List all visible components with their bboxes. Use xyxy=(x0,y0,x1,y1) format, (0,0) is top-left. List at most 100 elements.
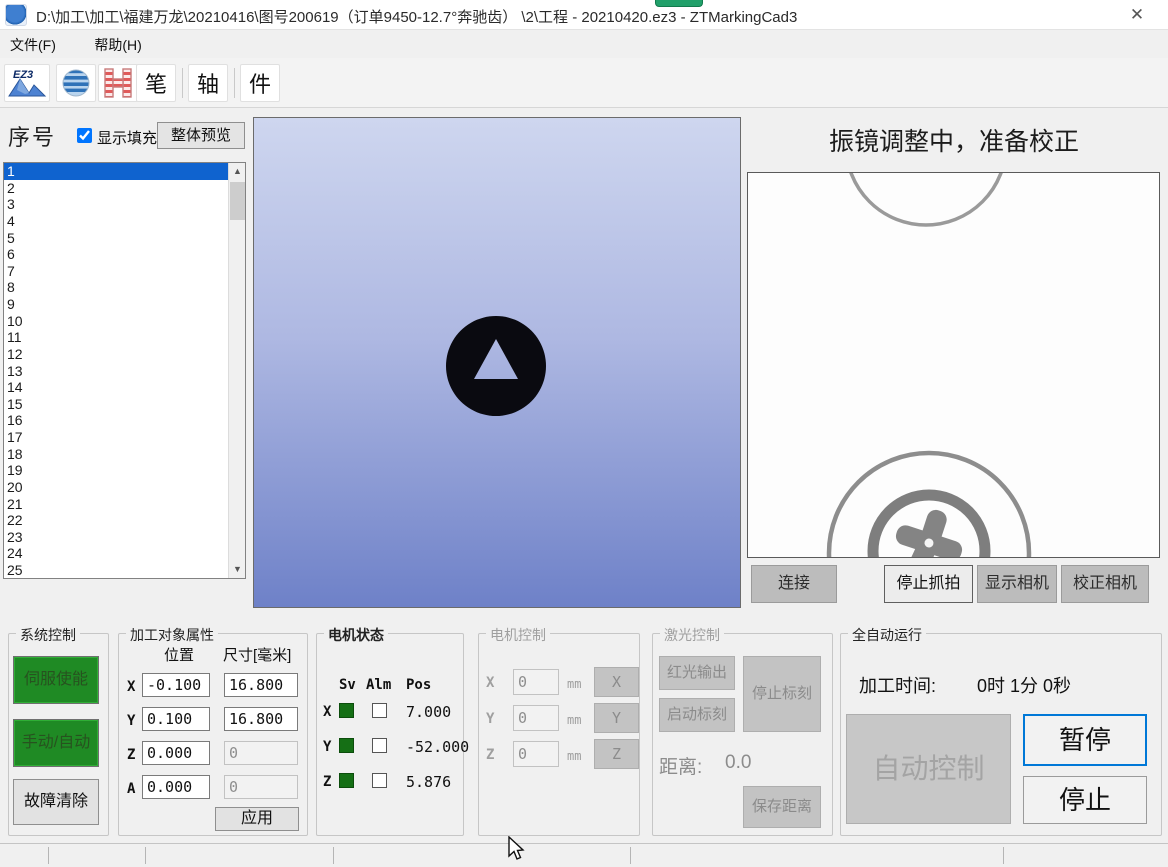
toolbar: EZ3 xyxy=(0,58,1168,108)
size-y-input[interactable] xyxy=(224,707,298,731)
position-header: 位置 xyxy=(164,644,194,665)
list-scrollbar[interactable]: ▲ ▼ xyxy=(228,163,245,578)
close-button[interactable]: ✕ xyxy=(1124,3,1150,27)
list-item[interactable]: 6 xyxy=(4,246,228,263)
list-item[interactable]: 23 xyxy=(4,529,228,546)
fault-clear-button[interactable]: 故障清除 xyxy=(13,779,99,825)
list-item[interactable]: 24 xyxy=(4,545,228,562)
sphere-tool-button[interactable] xyxy=(56,64,96,102)
statusbar-separator xyxy=(145,847,146,864)
motor-control-title: 电机控制 xyxy=(486,625,550,645)
system-control-title: 系统控制 xyxy=(16,625,80,645)
list-item[interactable]: 16 xyxy=(4,412,228,429)
save-distance-button: 保存距离 xyxy=(743,786,821,828)
move-z-button: Z xyxy=(594,739,639,769)
motor-axis-z: Z xyxy=(323,774,331,790)
camera-connect-button[interactable]: 连接 xyxy=(751,565,837,603)
stop-mark-button: 停止标刻 xyxy=(743,656,821,732)
list-item[interactable]: 18 xyxy=(4,446,228,463)
position-y-input[interactable] xyxy=(142,707,210,731)
motor-axis-x: X xyxy=(323,704,331,720)
drawing-canvas[interactable] xyxy=(253,117,741,608)
camera-view xyxy=(747,172,1160,558)
laser-control-title: 激光控制 xyxy=(660,625,724,645)
statusbar-separator xyxy=(333,847,334,864)
axis-tool-button[interactable]: 轴 xyxy=(188,64,228,102)
statusbar-separator xyxy=(1003,847,1004,864)
mouse-cursor xyxy=(505,836,527,862)
list-item[interactable]: 17 xyxy=(4,429,228,446)
list-item[interactable]: 4 xyxy=(4,213,228,230)
move-x-input xyxy=(513,669,559,695)
manual-auto-button[interactable]: 手动/自动 xyxy=(13,719,99,767)
position-z-input[interactable] xyxy=(142,741,210,765)
galvo-status-text: 振镜调整中，准备校正 xyxy=(747,122,1161,158)
show-fill-checkbox[interactable] xyxy=(77,128,92,143)
stop-capture-button[interactable]: 停止抓拍 xyxy=(884,565,973,603)
sequence-list[interactable]: 1 2 3 4 5 6 7 8 9 10 11 12 13 14 15 16 1… xyxy=(3,162,246,579)
pos-value-y: -52.000 xyxy=(406,738,469,756)
motor-control-group: 电机控制 X mm X Y mm Y Z mm Z xyxy=(478,633,640,836)
red-light-button: 红光输出 xyxy=(659,656,735,690)
list-item[interactable]: 9 xyxy=(4,296,228,313)
pos-header: Pos xyxy=(406,677,431,693)
ez3-new-button[interactable]: EZ3 xyxy=(4,64,50,102)
list-item[interactable]: 7 xyxy=(4,263,228,280)
position-x-input[interactable] xyxy=(142,673,210,697)
status-bar xyxy=(0,843,1168,867)
hatch-tool-button[interactable] xyxy=(98,64,138,102)
list-item[interactable]: 10 xyxy=(4,313,228,330)
control-axis-x: X xyxy=(486,675,494,691)
list-item[interactable]: 8 xyxy=(4,279,228,296)
move-z-input xyxy=(513,741,559,767)
scroll-up-icon[interactable]: ▲ xyxy=(229,163,246,180)
size-a-input xyxy=(224,775,298,799)
control-axis-z: Z xyxy=(486,747,494,763)
size-x-input[interactable] xyxy=(224,673,298,697)
system-control-group: 系统控制 伺服使能 手动/自动 故障清除 xyxy=(8,633,109,836)
process-time-label: 加工时间: xyxy=(859,672,936,698)
list-item[interactable]: 1 xyxy=(4,163,228,180)
servo-enable-button[interactable]: 伺服使能 xyxy=(13,656,99,704)
list-item[interactable]: 3 xyxy=(4,196,228,213)
list-item[interactable]: 5 xyxy=(4,230,228,247)
move-y-input xyxy=(513,705,559,731)
control-axis-y: Y xyxy=(486,711,494,727)
object-properties-group: 加工对象属性 位置 尺寸[毫米] X Y Z A 应用 xyxy=(118,633,308,836)
show-camera-button[interactable]: 显示相机 xyxy=(977,565,1057,603)
alm-header: Alm xyxy=(366,677,391,693)
list-item[interactable]: 11 xyxy=(4,329,228,346)
stop-button[interactable]: 停止 xyxy=(1023,776,1147,824)
menu-help[interactable]: 帮助(H) xyxy=(84,31,151,59)
ez3-icon-label: EZ3 xyxy=(13,69,33,81)
list-item[interactable]: 20 xyxy=(4,479,228,496)
title-bar: D:\加工\加工\福建万龙\20210416\图号200619（订单9450-1… xyxy=(0,0,1168,30)
apply-button[interactable]: 应用 xyxy=(215,807,299,831)
menu-file[interactable]: 文件(F) xyxy=(0,31,66,59)
list-item[interactable]: 12 xyxy=(4,346,228,363)
list-item[interactable]: 15 xyxy=(4,396,228,413)
distance-value: 0.0 xyxy=(725,752,751,774)
motor-status-title: 电机状态 xyxy=(324,625,388,645)
pos-value-z: 5.876 xyxy=(406,773,451,791)
auto-run-title: 全自动运行 xyxy=(848,625,926,645)
overall-preview-button[interactable]: 整体预览 xyxy=(157,122,245,149)
part-tool-button[interactable]: 件 xyxy=(240,64,280,102)
list-item[interactable]: 19 xyxy=(4,462,228,479)
alarm-status-y-checkbox xyxy=(372,738,387,753)
auto-control-button: 自动控制 xyxy=(846,714,1011,824)
list-item[interactable]: 14 xyxy=(4,379,228,396)
list-item[interactable]: 21 xyxy=(4,496,228,513)
calibrate-camera-button[interactable]: 校正相机 xyxy=(1061,565,1149,603)
list-item[interactable]: 2 xyxy=(4,180,228,197)
scroll-thumb[interactable] xyxy=(230,182,245,220)
list-item[interactable]: 22 xyxy=(4,512,228,529)
pen-tool-button[interactable]: 笔 xyxy=(136,64,176,102)
ez3-icon: EZ3 xyxy=(7,66,47,100)
alarm-status-x-checkbox xyxy=(372,703,387,718)
pause-button[interactable]: 暂停 xyxy=(1023,714,1147,766)
list-item[interactable]: 13 xyxy=(4,363,228,380)
scroll-down-icon[interactable]: ▼ xyxy=(229,561,246,578)
position-a-input[interactable] xyxy=(142,775,210,799)
list-item[interactable]: 25 xyxy=(4,562,228,579)
